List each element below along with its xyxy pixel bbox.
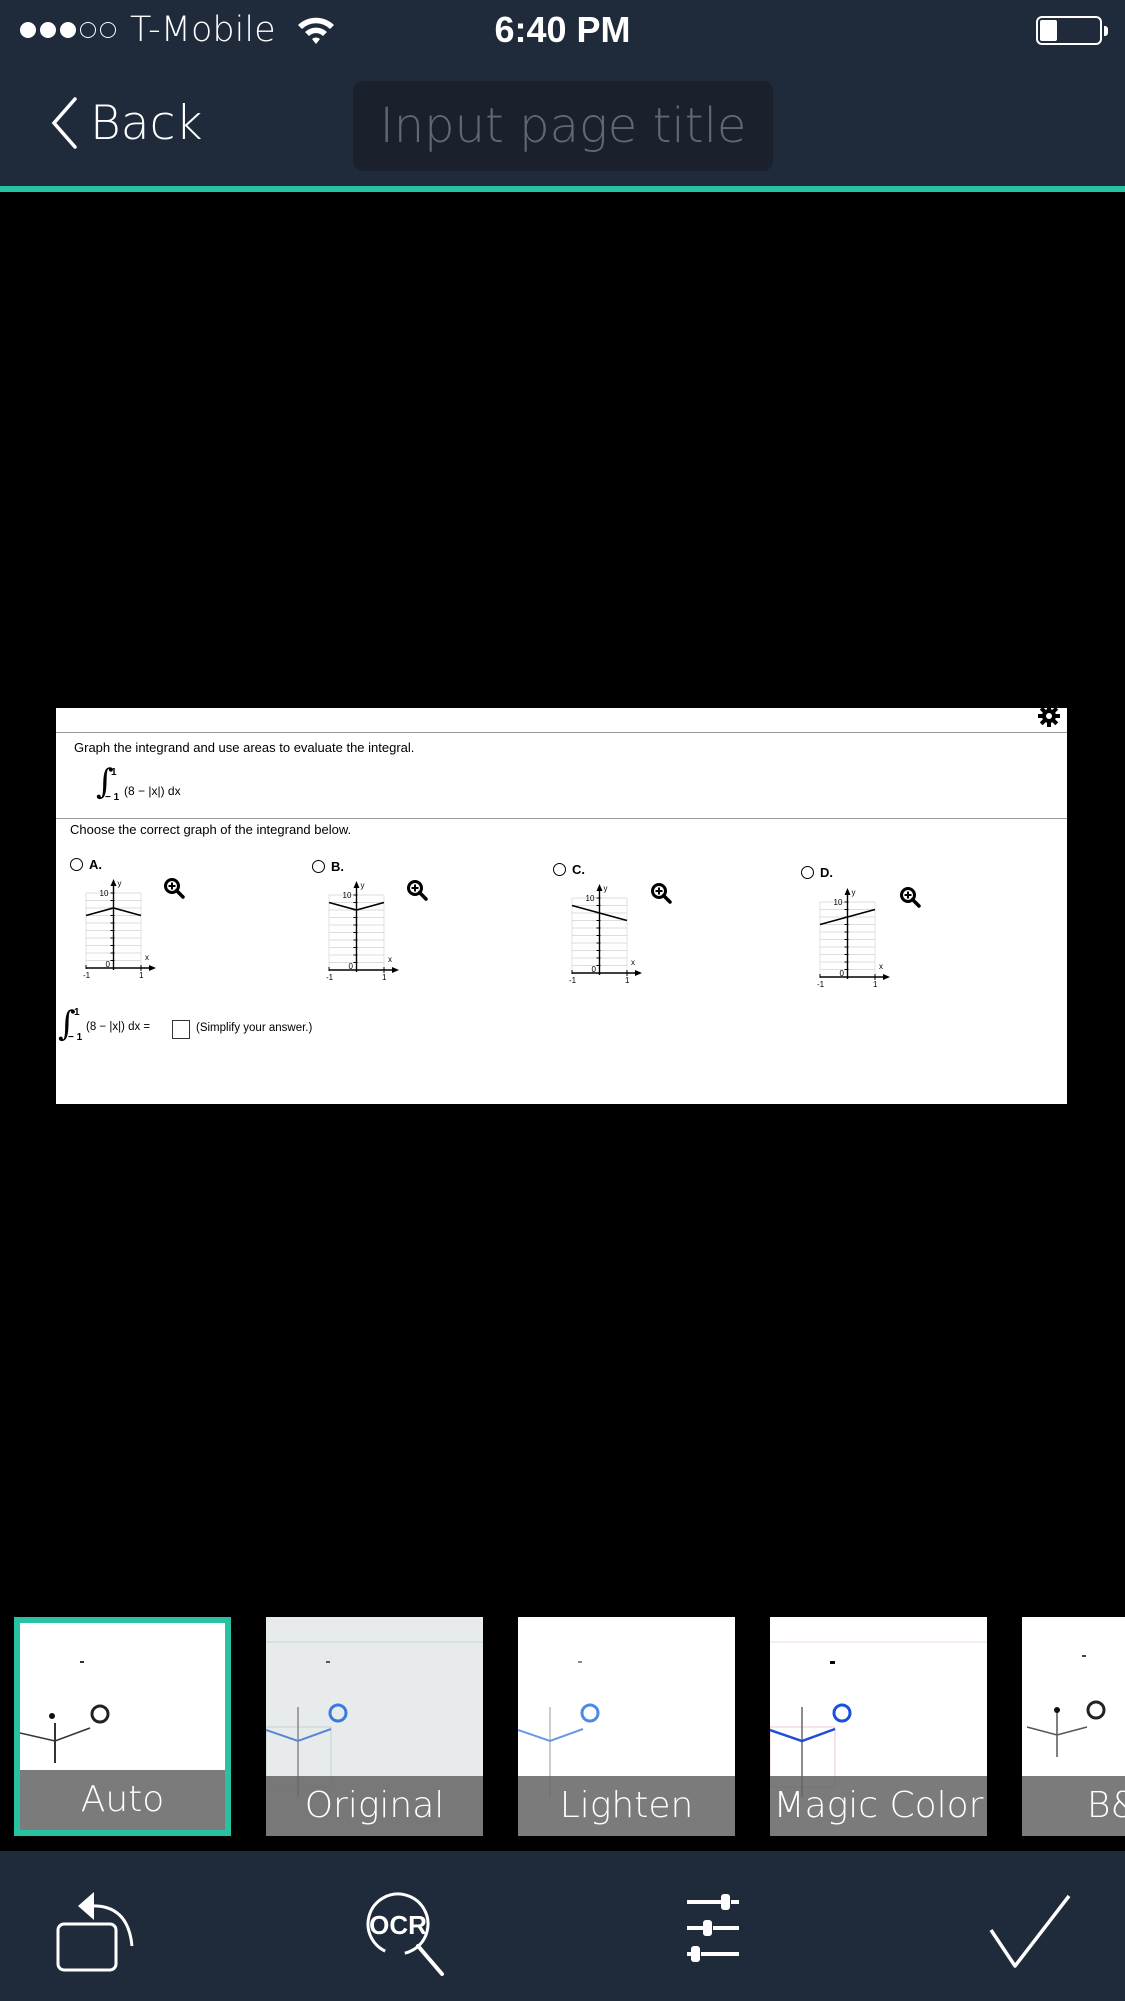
x-axis-label: x <box>879 962 883 971</box>
separator-line <box>56 818 1067 819</box>
filter-strip: Auto Original Lighten Magic Color B <box>0 1617 1125 1839</box>
ocr-icon: OCR <box>366 1892 444 1976</box>
separator-line <box>56 732 1067 733</box>
status-time: 6:40 PM <box>494 9 631 50</box>
battery-icon <box>1036 16 1108 45</box>
graph-option-d: y x 10 0 -1 1 <box>817 888 890 989</box>
x-tick-label: 1 <box>139 971 144 980</box>
gear-icon <box>1038 708 1060 727</box>
rotate-icon <box>56 1892 134 1972</box>
battery-nub <box>1104 26 1108 36</box>
x-tick-label: 1 <box>382 973 387 982</box>
option-d[interactable]: D. <box>801 865 833 880</box>
option-c-label: C. <box>572 862 585 877</box>
ocr-button[interactable]: OCR <box>360 1886 450 1976</box>
y-axis-arrow <box>844 888 851 895</box>
y-axis-label: y <box>604 884 608 893</box>
x-tick-label: -1 <box>817 980 825 989</box>
option-d-radio[interactable] <box>801 866 814 879</box>
x-axis-label: x <box>388 955 392 964</box>
filter-label: Original <box>266 1776 483 1836</box>
answer-integrand: (8 − |x|) dx = <box>86 1021 151 1033</box>
x-axis-arrow <box>392 967 399 973</box>
x-axis-arrow <box>149 965 156 971</box>
zoom-in-icon[interactable] <box>406 879 428 901</box>
ocr-label: OCR <box>369 1910 427 1940</box>
y-axis-arrow <box>353 881 360 888</box>
page-title-input[interactable] <box>353 81 773 171</box>
graph-option-a: y x 10 0 -1 1 <box>83 879 156 980</box>
chevron-left-icon <box>51 97 77 149</box>
option-a[interactable]: A. <box>70 857 102 872</box>
adjust-sliders-icon <box>687 1894 739 1962</box>
y-axis-label: y <box>118 879 122 888</box>
option-a-radio[interactable] <box>70 858 83 871</box>
origin-label: 0 <box>106 960 111 969</box>
x-axis-label: x <box>631 958 635 967</box>
filter-label: Magic Color <box>770 1776 987 1836</box>
y-tick-label: 10 <box>100 889 109 898</box>
y-axis-label: y <box>852 888 856 897</box>
x-tick-label: -1 <box>326 973 334 982</box>
x-tick-label: 1 <box>873 980 878 989</box>
option-b-label: B. <box>331 859 344 874</box>
integral-upper-limit: 1 <box>74 1007 80 1018</box>
status-bar: T-Mobile 6:40 PM <box>0 0 1125 62</box>
graph-option-c: y x 10 0 -1 1 <box>569 884 642 985</box>
filter-auto[interactable]: Auto <box>14 1617 231 1836</box>
checkmark-icon <box>989 1894 1071 1968</box>
bottom-toolbar: OCR <box>0 1851 1125 2001</box>
navigation-bar: Back <box>0 62 1125 186</box>
answer-input[interactable] <box>172 1020 190 1039</box>
x-tick-label: -1 <box>83 971 91 980</box>
instruction-text: Graph the integrand and use areas to eva… <box>74 740 415 755</box>
battery-level <box>1040 20 1057 41</box>
x-axis-arrow <box>635 970 642 976</box>
x-tick-label: 1 <box>625 976 630 985</box>
integrand: (8 − |x|) dx <box>124 784 181 798</box>
filter-lighten[interactable]: Lighten <box>518 1617 735 1836</box>
answer-hint: (Simplify your answer.) <box>196 1022 313 1034</box>
filter-original[interactable]: Original <box>266 1617 483 1836</box>
prompt-text: Choose the correct graph of the integran… <box>70 822 352 837</box>
x-tick-label: -1 <box>569 976 577 985</box>
option-c[interactable]: C. <box>553 862 585 877</box>
origin-label: 0 <box>592 965 597 974</box>
option-a-label: A. <box>89 857 102 872</box>
option-b[interactable]: B. <box>312 859 344 874</box>
zoom-in-icon[interactable] <box>163 877 185 899</box>
document-preview[interactable]: Graph the integrand and use areas to eva… <box>56 708 1067 1104</box>
integral-lower-limit: − 1 <box>68 1032 83 1043</box>
zoom-in-icon[interactable] <box>899 886 921 908</box>
y-tick-label: 10 <box>834 898 843 907</box>
origin-label: 0 <box>349 962 354 971</box>
confirm-button[interactable] <box>985 1886 1075 1976</box>
y-axis-arrow <box>596 884 603 891</box>
back-label: Back <box>90 95 203 151</box>
accent-divider <box>0 186 1125 192</box>
integral-upper-limit: 1 <box>111 767 117 778</box>
x-axis-label: x <box>145 953 149 962</box>
adjust-button[interactable] <box>673 1886 763 1976</box>
filter-bw[interactable]: B&W <box>1022 1617 1125 1836</box>
x-axis-arrow <box>883 974 890 980</box>
integral-lower-limit: − 1 <box>105 792 120 803</box>
y-tick-label: 10 <box>586 894 595 903</box>
option-b-radio[interactable] <box>312 860 325 873</box>
rotate-button[interactable] <box>50 1886 140 1976</box>
filter-label: Auto <box>20 1770 225 1830</box>
filter-label: Lighten <box>518 1776 735 1836</box>
option-d-label: D. <box>820 865 833 880</box>
filter-label: B&W <box>1022 1776 1125 1836</box>
option-c-radio[interactable] <box>553 863 566 876</box>
zoom-in-icon[interactable] <box>650 882 672 904</box>
graph-option-b: y x 10 0 -1 1 <box>326 881 399 982</box>
filter-magic-color[interactable]: Magic Color <box>770 1617 987 1836</box>
y-tick-label: 10 <box>343 891 352 900</box>
y-axis-label: y <box>361 881 365 890</box>
back-button[interactable]: Back <box>50 92 203 154</box>
y-axis-arrow <box>110 879 117 886</box>
origin-label: 0 <box>840 969 845 978</box>
